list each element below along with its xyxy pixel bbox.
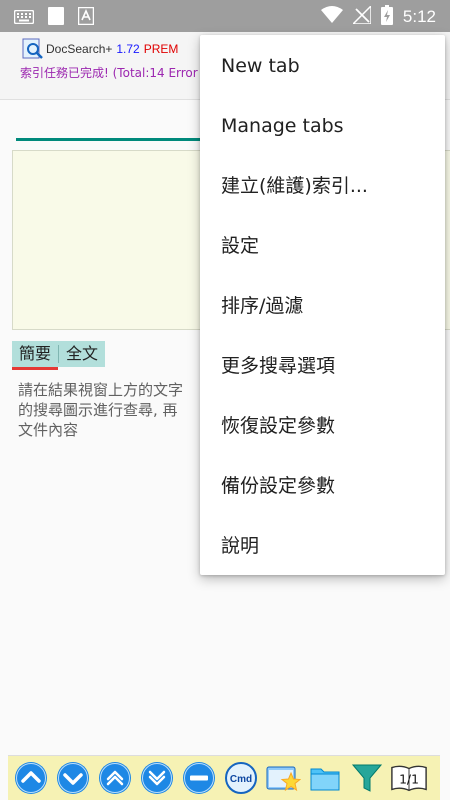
cmd-icon[interactable]: Cmd	[222, 759, 260, 797]
no-signal-icon	[351, 4, 372, 28]
docsearch-logo-icon	[22, 38, 44, 60]
keyboard-icon	[13, 9, 35, 28]
chevron-down-icon[interactable]	[138, 759, 176, 797]
menu-item-build-index[interactable]: 建立(維護)索引...	[200, 156, 445, 216]
filter-icon[interactable]	[348, 759, 386, 797]
menu-item-manage-tabs[interactable]: Manage tabs	[200, 96, 445, 156]
menu-item-settings[interactable]: 設定	[200, 216, 445, 276]
view-tabs: 簡要 全文	[12, 341, 106, 370]
folder-icon[interactable]	[306, 759, 344, 797]
wifi-icon	[320, 6, 343, 28]
page-indicator-icon[interactable]: 1/1	[390, 759, 428, 797]
app-version: 1.72	[116, 42, 140, 56]
menu-item-new-tab[interactable]: New tab	[200, 36, 445, 96]
app-title: DocSearch+ 1.72 PREM	[46, 42, 178, 56]
menu-item-sort-filter[interactable]: 排序/過濾	[200, 276, 445, 336]
tab-summary[interactable]: 簡要	[12, 341, 59, 370]
index-status-text: 索引任務已完成! (Total:14 Error	[20, 66, 198, 80]
favorites-icon[interactable]	[264, 759, 302, 797]
sim-card-icon	[48, 7, 64, 29]
tab-full-text[interactable]: 全文	[59, 341, 105, 367]
clock-time: 5:12	[402, 7, 436, 26]
bottom-toolbar: Cmd 1/1	[8, 755, 440, 800]
double-chevron-up-icon[interactable]	[12, 759, 50, 797]
menu-item-restore-settings[interactable]: 恢復設定參數	[200, 396, 445, 456]
menu-item-backup-settings[interactable]: 備份設定參數	[200, 456, 445, 516]
app-edition: PREM	[143, 42, 179, 56]
menu-item-help[interactable]: 說明	[200, 516, 445, 576]
double-chevron-down-icon[interactable]	[54, 759, 92, 797]
text-icon	[77, 6, 95, 29]
minus-icon[interactable]	[180, 759, 218, 797]
status-bar: 5:12	[0, 0, 450, 32]
battery-charging-icon	[380, 5, 393, 29]
cmd-label: Cmd	[230, 774, 252, 785]
app-name: DocSearch+	[46, 42, 113, 56]
help-text: 請在結果視窗上方的文字 的搜尋圖示進行查尋, 再 文件內容	[18, 381, 184, 439]
menu-item-more-search-options[interactable]: 更多搜尋選項	[200, 336, 445, 396]
overflow-menu: New tab Manage tabs 建立(維護)索引... 設定 排序/過濾…	[200, 35, 445, 575]
page-indicator-label: 1/1	[399, 773, 419, 787]
chevron-up-icon[interactable]	[96, 759, 134, 797]
